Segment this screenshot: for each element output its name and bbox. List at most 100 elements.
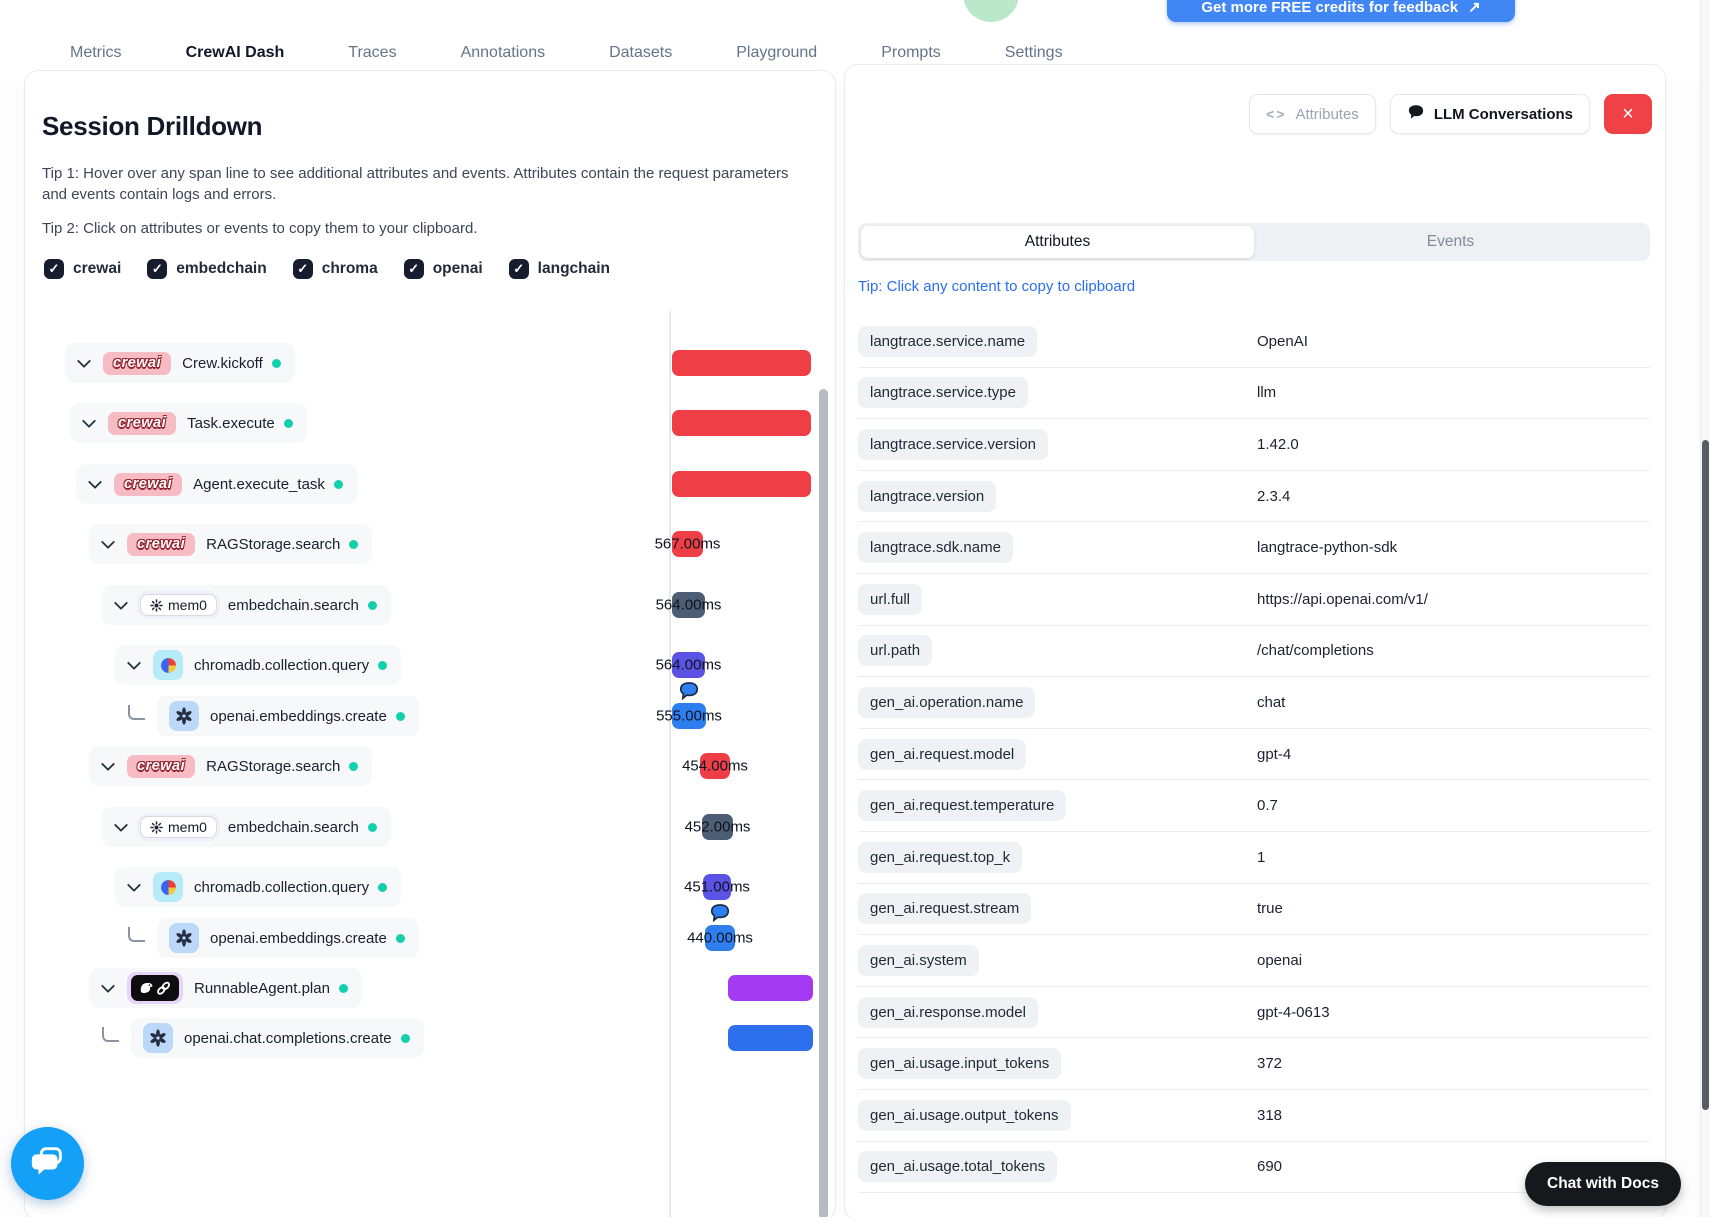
attribute-row[interactable]: langtrace.service.version 1.42.0 bbox=[858, 419, 1650, 471]
attribute-key[interactable]: gen_ai.request.model bbox=[858, 738, 1027, 770]
span-pill[interactable]: mem0 embedchain.search bbox=[102, 807, 391, 847]
attribute-value[interactable]: OpenAI bbox=[1257, 333, 1308, 350]
chevron-down-icon[interactable] bbox=[126, 655, 142, 671]
attribute-key[interactable]: gen_ai.request.stream bbox=[858, 893, 1032, 925]
attribute-row[interactable]: gen_ai.response.model gpt-4-0613 bbox=[858, 987, 1650, 1039]
attribute-value[interactable]: 690 bbox=[1257, 1158, 1282, 1175]
llm-conversation-bubble-icon[interactable] bbox=[708, 902, 732, 924]
span-pill[interactable]: openai.embeddings.create bbox=[157, 918, 419, 958]
chat-with-docs-button[interactable]: Chat with Docs bbox=[1525, 1162, 1681, 1206]
attribute-row[interactable]: gen_ai.request.stream true bbox=[858, 884, 1650, 936]
avatar[interactable] bbox=[963, 0, 1019, 22]
chat-widget-button[interactable] bbox=[11, 1127, 84, 1200]
attribute-key[interactable]: gen_ai.system bbox=[858, 944, 979, 976]
attribute-value[interactable]: 1 bbox=[1257, 849, 1265, 866]
attribute-value[interactable]: llm bbox=[1257, 384, 1276, 401]
timeline-bar[interactable] bbox=[672, 471, 811, 497]
span-pill[interactable]: RunnableAgent.plan bbox=[89, 968, 362, 1008]
attribute-key[interactable]: url.path bbox=[858, 635, 933, 667]
chevron-down-icon[interactable] bbox=[113, 817, 129, 833]
attribute-key[interactable]: langtrace.sdk.name bbox=[858, 532, 1013, 564]
close-button[interactable]: × bbox=[1604, 94, 1652, 134]
span-pill[interactable]: openai.chat.completions.create bbox=[131, 1018, 424, 1058]
span-row[interactable]: crewai Crew.kickoff bbox=[65, 343, 295, 383]
attribute-key[interactable]: gen_ai.request.top_k bbox=[858, 841, 1023, 873]
attribute-value[interactable]: /chat/completions bbox=[1257, 642, 1374, 659]
span-row[interactable]: crewai Agent.execute_task bbox=[76, 464, 357, 504]
attribute-row[interactable]: langtrace.service.type llm bbox=[858, 368, 1650, 420]
span-row[interactable]: crewai Task.execute bbox=[70, 403, 307, 443]
attribute-key[interactable]: langtrace.service.name bbox=[858, 325, 1038, 357]
span-pill[interactable]: crewai Task.execute bbox=[70, 403, 307, 443]
span-row[interactable]: mem0 embedchain.search bbox=[102, 807, 391, 847]
chevron-down-icon[interactable] bbox=[87, 474, 103, 490]
attributes-button[interactable]: <> Attributes bbox=[1249, 94, 1376, 134]
attribute-row[interactable]: langtrace.sdk.name langtrace-python-sdk bbox=[858, 522, 1650, 574]
attribute-key[interactable]: gen_ai.usage.output_tokens bbox=[858, 1099, 1071, 1131]
span-pill[interactable]: openai.embeddings.create bbox=[157, 696, 419, 736]
timeline-bar[interactable] bbox=[728, 975, 813, 1001]
attribute-key[interactable]: gen_ai.request.temperature bbox=[858, 790, 1067, 822]
span-pill[interactable]: crewai Crew.kickoff bbox=[65, 343, 295, 383]
span-row[interactable]: mem0 embedchain.search bbox=[102, 585, 391, 625]
window-scrollbar[interactable] bbox=[1700, 0, 1710, 1217]
tab-events[interactable]: Events bbox=[1254, 226, 1647, 258]
span-row[interactable]: crewai RAGStorage.search bbox=[89, 524, 373, 564]
span-row[interactable]: crewai RAGStorage.search bbox=[89, 746, 373, 786]
attribute-value[interactable]: 372 bbox=[1257, 1055, 1282, 1072]
attribute-key[interactable]: gen_ai.usage.input_tokens bbox=[858, 1048, 1062, 1080]
attribute-value[interactable]: gpt-4-0613 bbox=[1257, 1004, 1330, 1021]
chevron-down-icon[interactable] bbox=[126, 877, 142, 893]
span-pill[interactable]: crewai RAGStorage.search bbox=[89, 746, 373, 786]
attribute-row[interactable]: gen_ai.usage.input_tokens 372 bbox=[858, 1038, 1650, 1090]
attribute-key[interactable]: langtrace.service.version bbox=[858, 428, 1048, 460]
chevron-down-icon[interactable] bbox=[100, 978, 116, 994]
span-pill[interactable]: mem0 embedchain.search bbox=[102, 585, 391, 625]
attribute-value[interactable]: 0.7 bbox=[1257, 797, 1278, 814]
timeline-bar[interactable] bbox=[672, 410, 811, 436]
span-row[interactable]: chromadb.collection.query bbox=[115, 867, 402, 907]
attribute-row[interactable]: gen_ai.request.model gpt-4 bbox=[858, 729, 1650, 781]
chevron-down-icon[interactable] bbox=[100, 534, 116, 550]
attribute-row[interactable]: gen_ai.system openai bbox=[858, 935, 1650, 987]
attribute-value[interactable]: 2.3.4 bbox=[1257, 488, 1290, 505]
timeline-bar[interactable] bbox=[728, 1025, 813, 1051]
chevron-down-icon[interactable] bbox=[76, 353, 92, 369]
attribute-row[interactable]: url.path/chat/completions bbox=[858, 626, 1650, 678]
chevron-down-icon[interactable] bbox=[113, 595, 129, 611]
attribute-value[interactable]: 318 bbox=[1257, 1107, 1282, 1124]
timeline-bar[interactable] bbox=[672, 350, 811, 376]
span-pill[interactable]: chromadb.collection.query bbox=[115, 645, 402, 685]
attribute-value[interactable]: chat bbox=[1257, 694, 1285, 711]
attribute-value[interactable]: true bbox=[1257, 900, 1283, 917]
span-row[interactable]: openai.chat.completions.create bbox=[102, 1018, 424, 1058]
tab-attributes[interactable]: Attributes bbox=[861, 226, 1254, 258]
chevron-down-icon[interactable] bbox=[81, 413, 97, 429]
attribute-row[interactable]: langtrace.version 2.3.4 bbox=[858, 471, 1650, 523]
span-pill[interactable]: crewai RAGStorage.search bbox=[89, 524, 373, 564]
attribute-key[interactable]: gen_ai.usage.total_tokens bbox=[858, 1151, 1058, 1183]
attribute-row[interactable]: gen_ai.request.temperature 0.7 bbox=[858, 780, 1650, 832]
attribute-key[interactable]: gen_ai.response.model bbox=[858, 996, 1038, 1028]
attribute-row[interactable]: gen_ai.operation.name chat bbox=[858, 677, 1650, 729]
copy-tip-link[interactable]: Tip: Click any content to copy to clipbo… bbox=[858, 278, 1135, 295]
chevron-down-icon[interactable] bbox=[100, 756, 116, 772]
attribute-key[interactable]: langtrace.version bbox=[858, 480, 997, 512]
llm-conversation-bubble-icon[interactable] bbox=[677, 680, 701, 702]
attribute-value[interactable]: openai bbox=[1257, 952, 1302, 969]
span-pill[interactable]: crewai Agent.execute_task bbox=[76, 464, 357, 504]
span-row[interactable]: chromadb.collection.query bbox=[115, 645, 402, 685]
attribute-key[interactable]: url.full bbox=[858, 583, 923, 615]
attribute-value[interactable]: gpt-4 bbox=[1257, 746, 1291, 763]
window-scrollbar-thumb[interactable] bbox=[1701, 440, 1709, 1110]
llm-conversations-button[interactable]: LLM Conversations bbox=[1389, 94, 1590, 134]
span-row[interactable]: openai.embeddings.create bbox=[128, 918, 419, 958]
attribute-key[interactable]: langtrace.service.type bbox=[858, 377, 1028, 409]
attribute-row[interactable]: url.full https://api.openai.com/v1/ bbox=[858, 574, 1650, 626]
attribute-row[interactable]: gen_ai.usage.output_tokens 318 bbox=[858, 1090, 1650, 1142]
attribute-value[interactable]: langtrace-python-sdk bbox=[1257, 539, 1397, 556]
attribute-row[interactable]: gen_ai.request.top_k 1 bbox=[858, 832, 1650, 884]
attribute-row[interactable]: langtrace.service.name OpenAI bbox=[858, 316, 1650, 368]
attribute-value[interactable]: https://api.openai.com/v1/ bbox=[1257, 591, 1428, 608]
attribute-key[interactable]: gen_ai.operation.name bbox=[858, 686, 1036, 718]
